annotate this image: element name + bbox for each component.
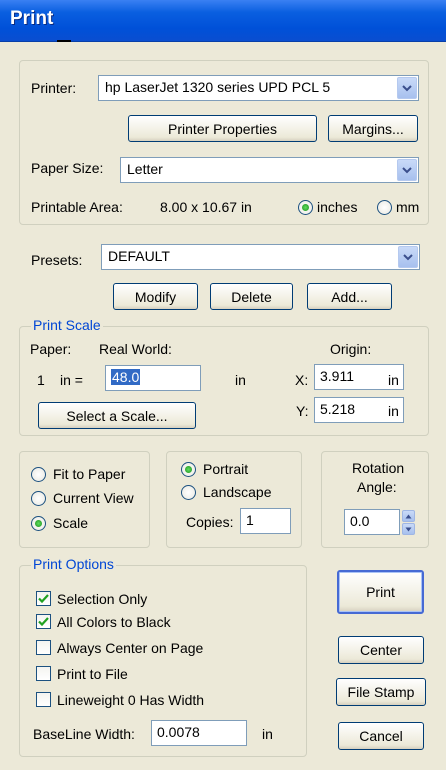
real-world-label: Real World: <box>99 341 172 357</box>
add-button[interactable]: Add... <box>307 283 392 310</box>
portrait-radio[interactable] <box>181 462 196 477</box>
baseline-width-input[interactable]: 0.0078 <box>151 720 247 746</box>
scale-radio[interactable] <box>31 516 46 531</box>
origin-x-value: 3.911 <box>320 368 354 384</box>
printer-properties-button[interactable]: Printer Properties <box>128 115 317 142</box>
print-scale-title: Print Scale <box>31 317 103 333</box>
current-view-label[interactable]: Current View <box>53 490 134 506</box>
scale-label[interactable]: Scale <box>53 515 88 531</box>
chevron-down-icon[interactable] <box>397 159 417 181</box>
print-button[interactable]: Print <box>337 570 424 614</box>
always-center-label[interactable]: Always Center on Page <box>57 640 203 656</box>
rotation-label-line2: Angle: <box>357 479 397 495</box>
scale-unit: in <box>235 372 246 388</box>
delete-button[interactable]: Delete <box>210 283 293 310</box>
copies-input[interactable]: 1 <box>240 508 291 534</box>
select-scale-button[interactable]: Select a Scale... <box>38 402 196 429</box>
baseline-width-value: 0.0078 <box>157 724 200 740</box>
copies-label: Copies: <box>186 514 234 530</box>
cancel-button[interactable]: Cancel <box>338 722 424 750</box>
mm-radio[interactable] <box>377 200 392 215</box>
copies-value: 1 <box>246 512 254 528</box>
chevron-down-icon[interactable] <box>397 77 417 99</box>
fit-to-paper-radio[interactable] <box>31 467 46 482</box>
scale-value: 48.0 <box>111 369 141 385</box>
print-to-file-label[interactable]: Print to File <box>57 666 128 682</box>
origin-x-unit: in <box>388 372 399 388</box>
margins-button[interactable]: Margins... <box>328 115 418 142</box>
presets-label: Presets: <box>31 252 83 268</box>
portrait-label[interactable]: Portrait <box>203 461 248 477</box>
landscape-label[interactable]: Landscape <box>203 484 272 500</box>
modify-button[interactable]: Modify <box>113 283 198 310</box>
always-center-checkbox[interactable] <box>36 640 51 655</box>
title-bar[interactable]: Print <box>0 0 446 42</box>
print-to-file-checkbox[interactable] <box>36 666 51 681</box>
print-options-title: Print Options <box>31 556 116 572</box>
inches-radio[interactable] <box>298 200 313 215</box>
lineweight-zero-label[interactable]: Lineweight 0 Has Width <box>57 692 204 708</box>
printer-label: Printer: <box>31 80 77 96</box>
all-colors-black-label[interactable]: All Colors to Black <box>57 614 171 630</box>
lineweight-zero-checkbox[interactable] <box>36 692 51 707</box>
rotation-value: 0.0 <box>350 513 370 529</box>
mm-label[interactable]: mm <box>396 199 419 215</box>
inches-label[interactable]: inches <box>317 199 357 215</box>
paper-label: Paper: <box>30 341 72 357</box>
checkmark-icon <box>38 617 49 627</box>
landscape-radio[interactable] <box>181 485 196 500</box>
presets-select[interactable]: DEFAULT <box>101 244 420 270</box>
all-colors-black-checkbox[interactable] <box>36 614 51 629</box>
origin-x-label: X: <box>295 372 309 388</box>
center-button[interactable]: Center <box>338 636 424 664</box>
scale-in-equals: in = <box>60 372 83 388</box>
paper-size-value: Letter <box>127 161 163 177</box>
printer-value: hp LaserJet 1320 series UPD PCL 5 <box>105 79 331 95</box>
chevron-down-icon[interactable] <box>398 246 418 268</box>
fit-to-paper-label[interactable]: Fit to Paper <box>53 466 125 482</box>
selection-only-checkbox[interactable] <box>36 591 51 606</box>
file-stamp-button[interactable]: File Stamp <box>336 678 426 706</box>
paper-size-select[interactable]: Letter <box>120 157 419 183</box>
baseline-width-unit: in <box>262 726 273 742</box>
scale-input[interactable]: 48.0 <box>105 365 201 391</box>
current-view-radio[interactable] <box>31 491 46 506</box>
title-underline <box>57 40 71 42</box>
paper-size-label: Paper Size: <box>31 160 104 176</box>
origin-y-unit: in <box>388 403 399 419</box>
checkmark-icon <box>38 594 49 604</box>
presets-value: DEFAULT <box>108 248 170 264</box>
selection-only-label[interactable]: Selection Only <box>57 591 147 607</box>
printer-select[interactable]: hp LaserJet 1320 series UPD PCL 5 <box>98 75 419 101</box>
baseline-width-label: BaseLine Width: <box>33 726 135 742</box>
rotation-label-line1: Rotation <box>352 460 405 476</box>
origin-y-value: 5.218 <box>320 401 356 417</box>
spin-down-icon[interactable] <box>402 523 415 535</box>
origin-label: Origin: <box>330 341 372 357</box>
window-title: Print <box>10 8 54 29</box>
rotation-input[interactable]: 0.0 <box>344 509 400 535</box>
origin-y-label: Y: <box>296 403 309 419</box>
spin-up-icon[interactable] <box>402 510 415 522</box>
printable-area-value: 8.00 x 10.67 in <box>160 199 252 215</box>
printable-area-label: Printable Area: <box>31 199 123 215</box>
scale-one: 1 <box>37 372 45 388</box>
